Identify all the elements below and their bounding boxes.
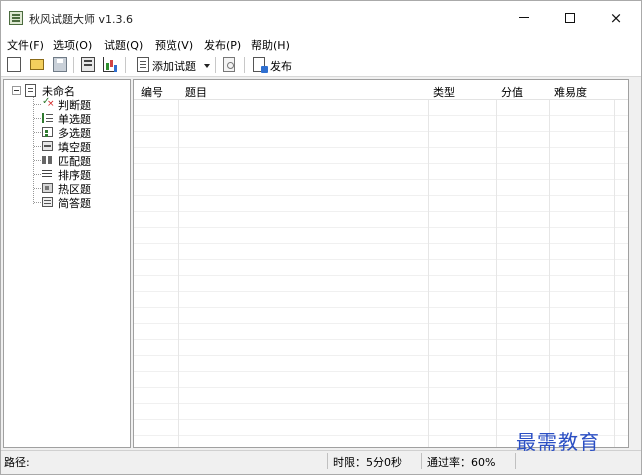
matching-icon <box>42 155 53 165</box>
save-icon[interactable] <box>53 57 67 72</box>
tree-item-matching[interactable]: 匹配题 <box>34 153 128 168</box>
toolbar-separator <box>125 57 126 73</box>
hotspot-icon <box>42 183 53 193</box>
toolbar-separator <box>73 57 74 73</box>
toolbar: 添加试题 发布 <box>1 53 641 77</box>
close-button[interactable]: × <box>593 1 639 35</box>
add-question-icon <box>137 57 149 72</box>
publish-label: 发布 <box>270 60 292 73</box>
properties-icon[interactable] <box>81 57 95 72</box>
statistics-chart-icon[interactable] <box>103 57 117 72</box>
add-question-label: 添加试题 <box>152 60 196 73</box>
tree-item-true-false[interactable]: 判断题 <box>34 96 128 112</box>
true-false-icon <box>42 96 55 109</box>
menu-questions[interactable]: 试题(Q) <box>104 37 143 53</box>
open-folder-icon[interactable] <box>30 59 44 70</box>
publish-icon <box>253 57 268 73</box>
column-divider <box>549 80 550 447</box>
column-header-question[interactable]: 题目 <box>185 84 207 100</box>
column-divider <box>496 80 497 447</box>
app-logo-icon <box>9 11 23 25</box>
multiple-choice-icon <box>42 127 53 137</box>
menu-publish[interactable]: 发布(P) <box>204 37 241 53</box>
publish-button[interactable]: 发布 <box>251 56 295 74</box>
chevron-down-icon[interactable] <box>204 64 210 68</box>
tree-item-sequence[interactable]: 排序题 <box>34 167 128 182</box>
sequence-icon <box>42 169 53 179</box>
question-type-tree[interactable]: 未命名 判断题 单选题 多选题 填空题 匹配题 <box>3 79 131 448</box>
column-header-number[interactable]: 编号 <box>141 84 163 100</box>
column-divider <box>428 80 429 447</box>
document-icon <box>25 84 36 97</box>
column-header-difficulty[interactable]: 难易度 <box>554 84 587 100</box>
question-list[interactable]: 编号 题目 类型 分值 难易度 <box>133 79 629 448</box>
watermark-text: 最需教育 <box>516 430 600 454</box>
new-file-icon[interactable] <box>7 57 21 72</box>
tree-item-hotspot[interactable]: 热区题 <box>34 181 128 196</box>
list-header: 编号 题目 类型 分值 难易度 <box>134 80 628 100</box>
tree-item-fill-blank[interactable]: 填空题 <box>34 139 128 154</box>
menu-file[interactable]: 文件(F) <box>7 37 44 53</box>
tree-item-single-choice[interactable]: 单选题 <box>34 111 128 126</box>
column-divider <box>178 80 179 447</box>
add-question-button[interactable]: 添加试题 <box>135 56 213 74</box>
maximize-button[interactable] <box>547 1 593 35</box>
window-title: 秋风试题大师 v1.3.6 <box>29 13 133 26</box>
toolbar-separator <box>215 57 216 73</box>
app-window: 秋风试题大师 v1.3.6 × 文件(F) 选项(O) 试题(Q) 预览(V) … <box>0 0 642 475</box>
menu-preview[interactable]: 预览(V) <box>155 37 193 53</box>
title-bar: 秋风试题大师 v1.3.6 × <box>1 1 641 35</box>
question-list-rows[interactable] <box>134 100 628 447</box>
status-path: 路径: <box>4 456 30 469</box>
tree-item-label: 简答题 <box>58 197 91 210</box>
status-time-limit: 时限：5分0秒 <box>333 456 402 469</box>
menu-bar: 文件(F) 选项(O) 试题(Q) 预览(V) 发布(P) 帮助(H) <box>1 35 641 53</box>
close-icon: × <box>609 9 623 27</box>
preview-icon[interactable] <box>223 57 235 72</box>
menu-help[interactable]: 帮助(H) <box>251 37 290 53</box>
fill-blank-icon <box>42 141 53 151</box>
maximize-icon <box>565 12 575 23</box>
toolbar-separator <box>244 57 245 73</box>
minimize-icon <box>519 17 529 18</box>
collapse-icon[interactable] <box>12 86 21 95</box>
tree-item-multiple-choice[interactable]: 多选题 <box>34 125 128 140</box>
menu-options[interactable]: 选项(O) <box>53 37 92 53</box>
status-separator <box>421 453 422 469</box>
short-answer-icon <box>42 197 53 207</box>
column-divider <box>614 80 615 447</box>
single-choice-icon <box>42 113 53 123</box>
status-separator <box>515 453 516 469</box>
column-header-score[interactable]: 分值 <box>501 84 523 100</box>
status-pass-rate: 通过率：60% <box>427 456 496 469</box>
column-header-type[interactable]: 类型 <box>433 84 455 100</box>
status-separator <box>327 453 328 469</box>
minimize-button[interactable] <box>501 1 547 35</box>
tree-item-short-answer[interactable]: 简答题 <box>34 195 128 210</box>
